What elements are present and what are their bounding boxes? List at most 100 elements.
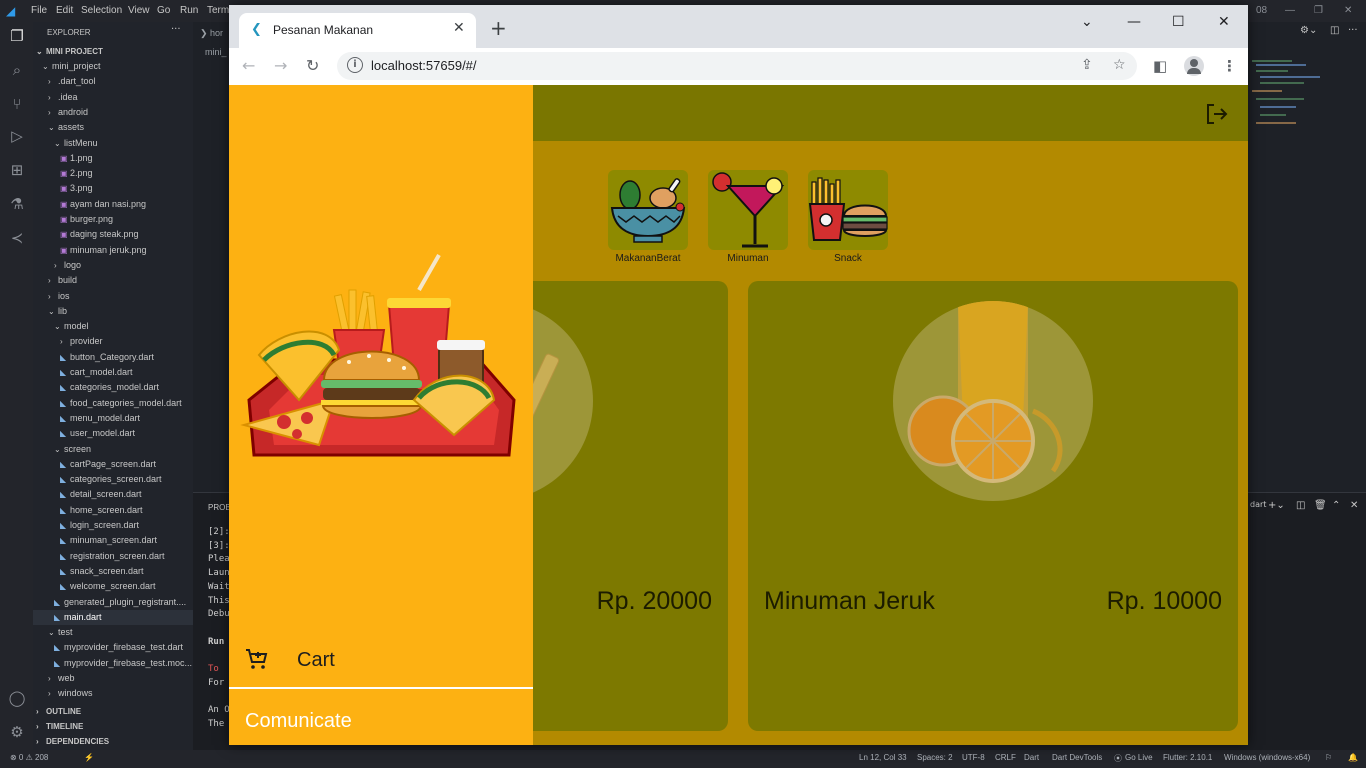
drawer-item-cart[interactable]: Cart <box>229 637 533 687</box>
reload-icon[interactable]: ↻ <box>306 56 319 75</box>
indentation[interactable]: Spaces: 2 <box>917 753 953 762</box>
maximize-panel-icon[interactable]: ⌃ <box>1332 500 1340 511</box>
tree-item[interactable]: ◣ snack_screen.dart <box>33 564 193 579</box>
search-icon[interactable]: ⌕ <box>7 60 27 80</box>
tree-item[interactable]: ▣ 2.png <box>33 166 193 181</box>
notifications-icon[interactable]: 🔔 <box>1348 753 1358 762</box>
tree-item[interactable]: ◣ myprovider_firebase_test.moc... <box>33 656 193 671</box>
account-icon[interactable]: ◯ <box>7 688 27 708</box>
tree-item[interactable]: › build <box>33 273 193 288</box>
project-root[interactable]: ⌄ MINI PROJECT <box>33 44 193 59</box>
url-text[interactable]: localhost:57659/#/ <box>371 58 477 73</box>
flutter-icon[interactable]: ≺ <box>7 228 27 248</box>
vscode-close-icon[interactable]: ✕ <box>1344 5 1352 16</box>
line-ending[interactable]: CRLF <box>995 753 1016 762</box>
split-editor-icon[interactable]: ◫ <box>1330 25 1339 36</box>
trash-icon[interactable]: 🗑 <box>1314 500 1327 511</box>
feedback-icon[interactable]: ⚐ <box>1325 753 1332 762</box>
share-icon[interactable]: ⇪ <box>1081 57 1093 73</box>
tree-item[interactable]: ▣ minuman jeruk.png <box>33 243 193 258</box>
tree-item[interactable]: ◣ categories_model.dart <box>33 380 193 395</box>
tree-item[interactable]: ⌄ model <box>33 319 193 334</box>
tree-item[interactable]: ▣ burger.png <box>33 212 193 227</box>
tree-item[interactable]: ◣ minuman_screen.dart <box>33 533 193 548</box>
menu-card[interactable]: Minuman Jeruk Rp. 10000 <box>748 281 1238 731</box>
more-actions-icon[interactable]: ··· <box>171 24 181 35</box>
tree-item[interactable]: › provider <box>33 334 193 349</box>
tree-item[interactable]: ◣ detail_screen.dart <box>33 487 193 502</box>
new-tab-icon[interactable]: + <box>490 18 507 38</box>
close-tab-icon[interactable]: ✕ <box>453 20 465 36</box>
timeline-section[interactable]: › TIMELINE <box>33 719 193 734</box>
tree-item[interactable]: ◣ login_screen.dart <box>33 518 193 533</box>
outline-section[interactable]: › OUTLINE <box>33 704 193 719</box>
menu-selection[interactable]: Selection <box>81 5 122 16</box>
address-bar[interactable]: i localhost:57659/#/ ⇪ ☆ <box>337 52 1137 80</box>
tree-item[interactable]: ◣ home_screen.dart <box>33 503 193 518</box>
target-device[interactable]: Windows (windows-x64) <box>1224 753 1310 762</box>
tree-item[interactable]: ◣ generated_plugin_registrant.... <box>33 595 193 610</box>
menu-go[interactable]: Go <box>157 5 170 16</box>
settings-gear-icon[interactable]: ⚙ <box>7 722 27 742</box>
tree-item[interactable]: ⌄ mini_project <box>33 59 193 74</box>
browser-tab[interactable]: ❮ Pesanan Makanan ✕ <box>239 13 476 48</box>
tree-item[interactable]: ◣ welcome_screen.dart <box>33 579 193 594</box>
extensions-icon[interactable]: ⊞ <box>7 160 27 180</box>
run-dropdown-icon[interactable]: ⚙⌄ <box>1300 25 1317 36</box>
problems-count[interactable]: ⊗ 0 ⚠ 208 <box>10 753 48 762</box>
encoding[interactable]: UTF-8 <box>962 753 985 762</box>
tree-item[interactable]: ◣ cart_model.dart <box>33 365 193 380</box>
back-arrow-icon[interactable]: ← <box>242 56 255 75</box>
menu-run[interactable]: Run <box>180 5 198 16</box>
logout-icon[interactable] <box>1205 103 1229 125</box>
testing-flask-icon[interactable]: ⚗ <box>7 194 27 214</box>
explorer-files-icon[interactable]: ❐ <box>7 26 27 46</box>
tree-item[interactable]: ⌄ lib <box>33 304 193 319</box>
side-panel-icon[interactable]: ◧ <box>1153 57 1167 75</box>
tree-item[interactable]: › ios <box>33 289 193 304</box>
tree-item[interactable]: ◣ categories_screen.dart <box>33 472 193 487</box>
go-live[interactable]: Go Live <box>1125 753 1153 762</box>
tree-item[interactable]: ◣ main.dart <box>33 609 193 625</box>
minimap[interactable] <box>1250 58 1330 138</box>
editor-tab[interactable]: ❯ hor <box>200 28 223 39</box>
site-info-icon[interactable]: i <box>347 57 363 73</box>
tab-search-chevron-icon[interactable]: ⌄ <box>1081 14 1093 30</box>
tree-item[interactable]: ◣ food_categories_model.dart <box>33 396 193 411</box>
chrome-menu-icon[interactable]: ⋮ <box>1222 57 1237 75</box>
editor-more-icon[interactable]: ··· <box>1348 25 1358 36</box>
minimize-icon[interactable]: — <box>1127 14 1141 30</box>
cursor-position[interactable]: Ln 12, Col 33 <box>859 753 907 762</box>
tree-item[interactable]: ◣ user_model.dart <box>33 426 193 441</box>
split-terminal-icon[interactable]: ◫ <box>1296 500 1305 511</box>
menu-file[interactable]: File <box>31 5 47 16</box>
vscode-minimize-icon[interactable]: — <box>1285 5 1295 16</box>
tree-item[interactable]: ⌄ test <box>33 625 193 640</box>
status-flutter-icon[interactable]: ⚡ <box>84 753 94 762</box>
tree-item[interactable]: ⌄ assets <box>33 120 193 135</box>
menu-edit[interactable]: Edit <box>56 5 73 16</box>
tree-item[interactable]: ▣ 3.png <box>33 181 193 196</box>
new-terminal-icon[interactable]: +⌄ <box>1268 500 1285 511</box>
run-debug-icon[interactable]: ▷ <box>7 126 27 146</box>
tree-item[interactable]: ▣ daging steak.png <box>33 227 193 242</box>
tree-item[interactable]: ▣ 1.png <box>33 151 193 166</box>
dart-devtools[interactable]: Dart DevTools <box>1052 753 1102 762</box>
source-control-icon[interactable]: ⑂ <box>7 94 27 114</box>
forward-arrow-icon[interactable]: → <box>274 56 287 75</box>
menu-view[interactable]: View <box>128 5 150 16</box>
vscode-restore-icon[interactable]: ❐ <box>1314 5 1323 16</box>
tree-item[interactable]: ◣ registration_screen.dart <box>33 549 193 564</box>
tree-item[interactable]: › android <box>33 105 193 120</box>
tree-item[interactable]: › .dart_tool <box>33 74 193 89</box>
tree-item[interactable]: ◣ cartPage_screen.dart <box>33 457 193 472</box>
profile-avatar-icon[interactable] <box>1184 56 1204 76</box>
tree-item[interactable]: ◣ myprovider_firebase_test.dart <box>33 640 193 655</box>
dependencies-section[interactable]: › DEPENDENCIES <box>33 734 193 749</box>
go-live-icon[interactable]: ⦿ <box>1114 753 1122 764</box>
close-window-icon[interactable]: ✕ <box>1218 14 1230 30</box>
tree-item[interactable]: ⌄ listMenu <box>33 136 193 151</box>
bookmark-star-icon[interactable]: ☆ <box>1113 57 1126 73</box>
tree-item[interactable]: ▣ ayam dan nasi.png <box>33 197 193 212</box>
flutter-version[interactable]: Flutter: 2.10.1 <box>1163 753 1212 762</box>
